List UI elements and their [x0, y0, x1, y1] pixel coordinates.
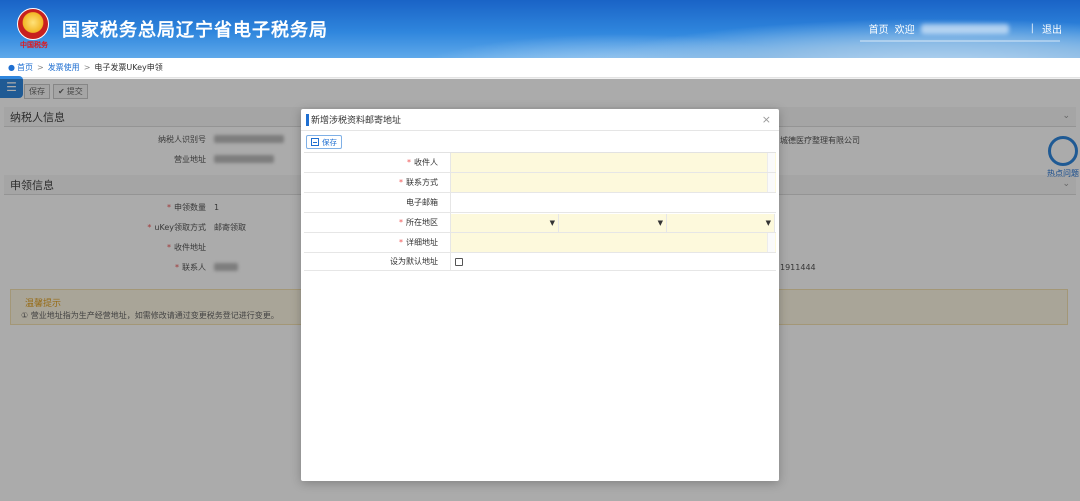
nav-welcome: 欢迎 — [894, 25, 915, 36]
modal-header: 新增涉税资料邮寄地址 × — [301, 109, 779, 131]
breadcrumb: ● 首页 > 发票使用 > 电子发票UKey申领 — [0, 58, 1080, 78]
location-pin-icon: ● — [8, 63, 15, 72]
province-select[interactable]: ▼ — [451, 213, 559, 232]
contact-input[interactable] — [451, 173, 767, 192]
field-label: * 联系方式 — [304, 173, 451, 192]
caret-down-icon: ▼ — [549, 218, 555, 227]
save-button-label: 保存 — [322, 137, 337, 147]
nav-divider: | — [1030, 23, 1034, 34]
field-edge — [767, 173, 775, 192]
caret-down-icon: ▼ — [765, 218, 771, 227]
title-accent-bar — [306, 114, 309, 126]
field-label: 设为默认地址 — [304, 253, 451, 270]
site-header: 中国税务 国家税务总局辽宁省电子税务局 首页 欢迎 | 退出 — [0, 0, 1080, 58]
tax-emblem-icon — [17, 8, 49, 40]
breadcrumb-sep: > — [83, 63, 91, 72]
breadcrumb-home[interactable]: 首页 — [17, 62, 33, 73]
nav-home-link[interactable]: 首页 — [869, 21, 889, 36]
breadcrumb-sep: > — [36, 63, 44, 72]
address-form: * 收件人 * 联系方式 电子邮箱 * 所在地区 ▼ ▼ ▼ * 详细地址 设为… — [304, 152, 776, 271]
field-edge — [767, 233, 775, 252]
field-cell — [451, 173, 776, 192]
field-label: * 所在地区 — [304, 213, 451, 232]
top-nav: 首页 欢迎 | 退出 — [869, 21, 1062, 36]
form-row-address: * 详细地址 — [304, 233, 776, 253]
form-row-contact: * 联系方式 — [304, 173, 776, 193]
default-address-checkbox[interactable] — [455, 257, 463, 266]
form-row-default: 设为默认地址 — [304, 253, 776, 271]
breadcrumb-current: 电子发票UKey申领 — [94, 63, 163, 72]
detail-address-input[interactable] — [451, 233, 767, 252]
user-name-blurred — [920, 23, 1009, 34]
field-label: 电子邮箱 — [304, 193, 451, 212]
field-edge — [767, 153, 775, 172]
field-cell: ▼ ▼ ▼ — [451, 213, 776, 232]
district-select[interactable]: ▼ — [667, 213, 775, 232]
city-select[interactable]: ▼ — [559, 213, 667, 232]
field-cell — [451, 253, 776, 270]
site-title: 国家税务总局辽宁省电子税务局 — [62, 20, 328, 41]
field-cell — [451, 233, 776, 252]
form-row-region: * 所在地区 ▼ ▼ ▼ — [304, 213, 776, 233]
email-input[interactable] — [451, 193, 767, 212]
form-row-recipient: * 收件人 — [304, 153, 776, 173]
address-modal: 新增涉税资料邮寄地址 × 保存 * 收件人 * 联系方式 电子邮箱 * 所在地区… — [301, 109, 779, 481]
modal-title: 新增涉税资料邮寄地址 — [311, 116, 402, 126]
field-cell — [451, 193, 776, 212]
breadcrumb-parent[interactable]: 发票使用 — [48, 62, 80, 73]
close-icon[interactable]: × — [762, 113, 771, 126]
field-label: * 收件人 — [304, 153, 451, 172]
floppy-disk-icon — [311, 138, 319, 146]
recipient-input[interactable] — [451, 153, 767, 172]
logo-text: 中国税务 — [20, 40, 48, 49]
caret-down-icon: ▼ — [657, 218, 663, 227]
field-cell — [451, 153, 776, 172]
logout-link[interactable]: 退出 — [1042, 21, 1062, 36]
field-label: * 详细地址 — [304, 233, 451, 252]
save-button[interactable]: 保存 — [306, 135, 342, 149]
form-row-email: 电子邮箱 — [304, 193, 776, 213]
